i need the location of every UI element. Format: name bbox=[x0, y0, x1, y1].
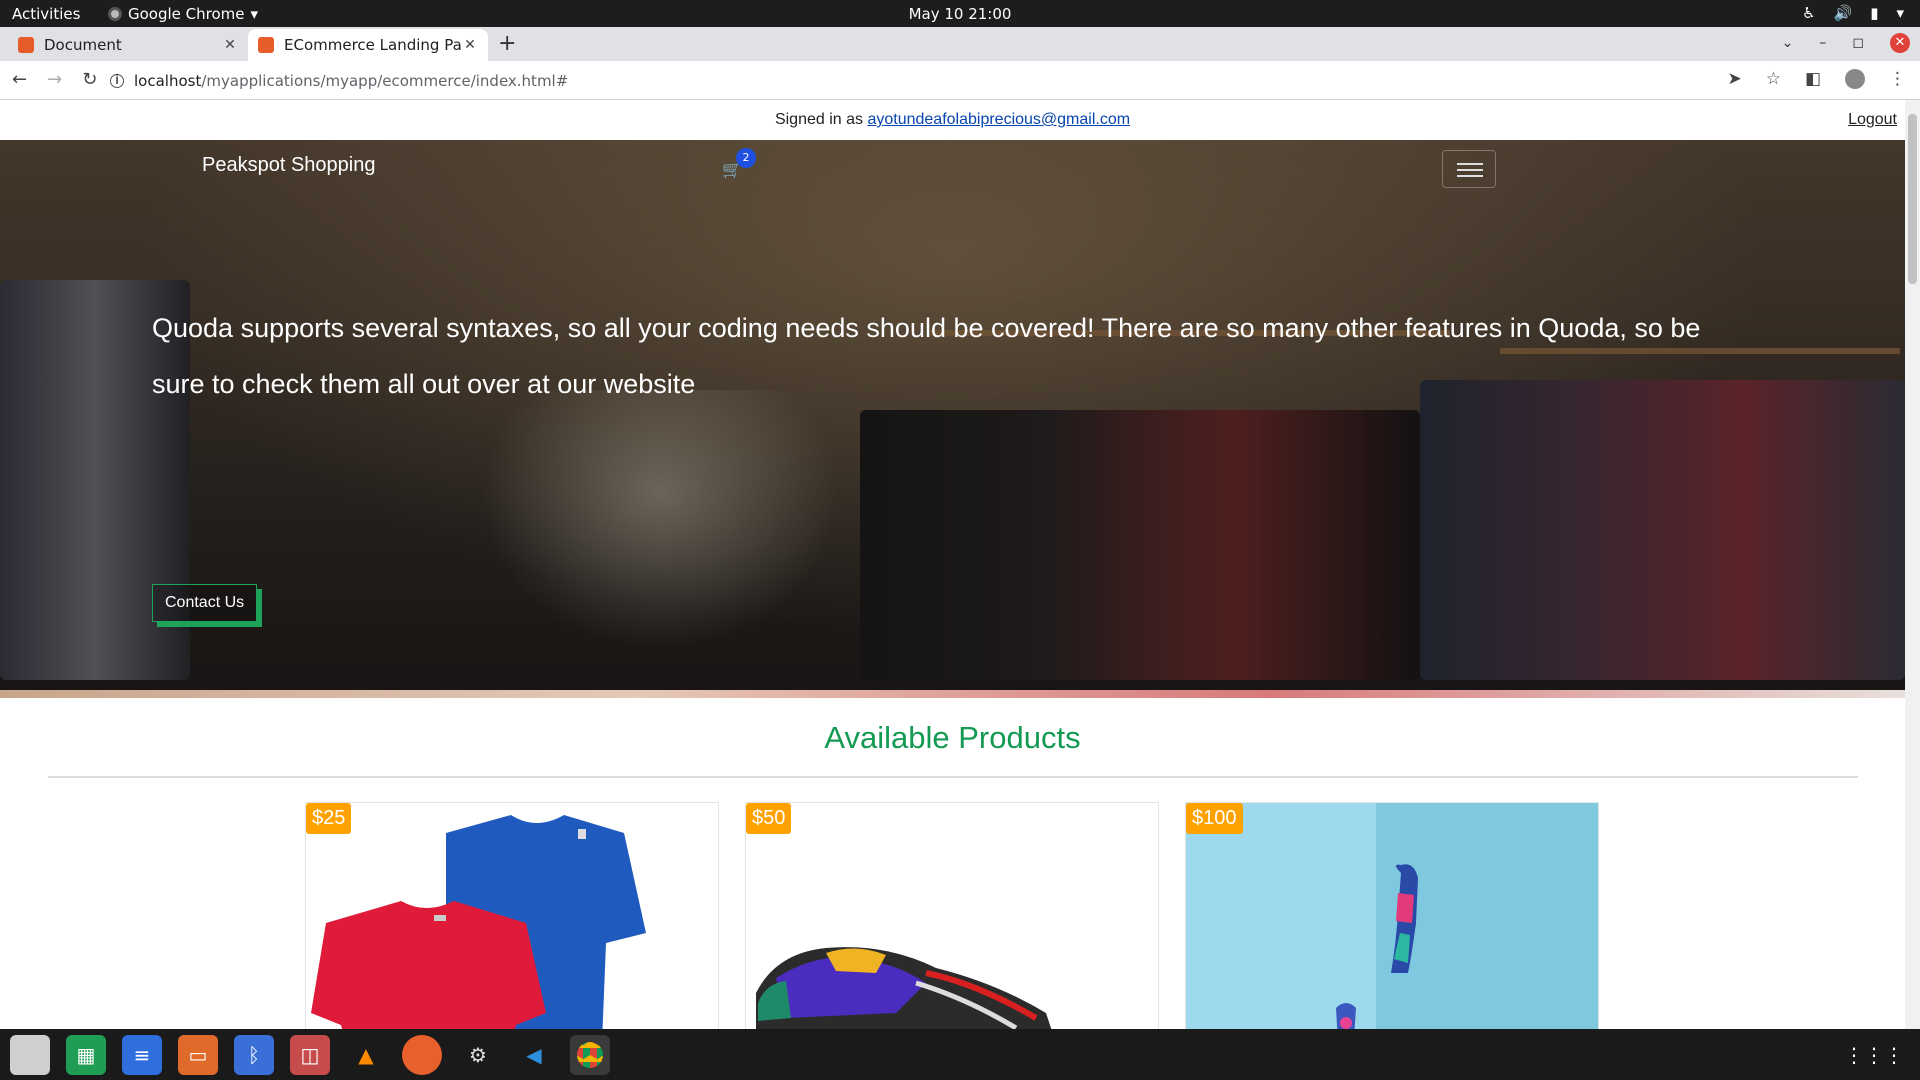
price-badge: $50 bbox=[746, 803, 792, 834]
profile-avatar[interactable] bbox=[1845, 69, 1865, 89]
url-path: /myapplications/myapp/ecommerce/index.ht… bbox=[201, 72, 569, 90]
document-icon[interactable]: ≡ bbox=[122, 1035, 162, 1075]
settings-icon[interactable]: ⚙ bbox=[458, 1035, 498, 1075]
hamburger-icon bbox=[1457, 163, 1483, 165]
forward-icon[interactable]: → bbox=[47, 69, 62, 90]
signin-prefix: Signed in as bbox=[774, 111, 863, 128]
cart-count-badge: 2 bbox=[736, 148, 756, 168]
navbar-toggler-button[interactable] bbox=[1442, 150, 1496, 188]
hero-bottom-strip bbox=[0, 690, 1905, 698]
close-icon[interactable]: ✕ bbox=[222, 37, 238, 53]
reload-icon[interactable]: ↻ bbox=[82, 69, 97, 90]
page-scrollbar[interactable] bbox=[1905, 100, 1920, 1029]
hero-banner: Peakspot Shopping 🛒 2 Quoda supports sev… bbox=[0, 140, 1905, 698]
send-icon[interactable]: ➤ bbox=[1727, 69, 1741, 89]
section-title: Available Products bbox=[824, 720, 1081, 755]
firefox-icon[interactable] bbox=[402, 1035, 442, 1075]
bluetooth-icon[interactable]: ᛒ bbox=[234, 1035, 274, 1075]
price-badge: $25 bbox=[306, 803, 352, 834]
browser-toolbar: ← → ↻ i localhost/myapplications/myapp/e… bbox=[0, 61, 1920, 100]
favicon-icon bbox=[258, 37, 274, 53]
battery-icon[interactable]: ▮ bbox=[1870, 4, 1878, 22]
window-controls: ⌄ – ◻ ✕ bbox=[1782, 33, 1910, 53]
back-icon[interactable]: ← bbox=[12, 69, 27, 90]
close-icon[interactable]: ✕ bbox=[462, 37, 478, 53]
product-image-sneaker bbox=[756, 947, 1052, 1029]
taskbar-dock: ▦ ≡ ▭ ᛒ ◫ ▲ ⚙ ◀ ⋮⋮⋮ bbox=[0, 1029, 1920, 1080]
chevron-down-icon: ▾ bbox=[250, 5, 259, 23]
nav-buttons: ← → ↻ bbox=[12, 69, 97, 90]
hamburger-icon bbox=[1457, 175, 1483, 177]
new-tab-button[interactable]: + bbox=[498, 31, 516, 56]
product-card[interactable]: $50 bbox=[745, 802, 1159, 1029]
tab-ecommerce[interactable]: ECommerce Landing Page ✕ bbox=[248, 29, 488, 61]
browser-tools: ➤ ☆ ◧ ⋮ bbox=[1727, 69, 1906, 89]
price-badge: $100 bbox=[1186, 803, 1243, 834]
divider bbox=[48, 776, 1858, 778]
hamburger-icon bbox=[1457, 169, 1483, 171]
product-card[interactable]: $100 bbox=[1185, 802, 1599, 1029]
more-menu-icon[interactable]: ⋮ bbox=[1889, 69, 1906, 89]
contact-us-button[interactable]: Contact Us bbox=[152, 584, 258, 622]
clock[interactable]: May 10 21:00 bbox=[0, 5, 1920, 23]
tab-title: Document bbox=[44, 36, 122, 54]
hero-headline: Quoda supports several syntaxes, so all … bbox=[152, 313, 1701, 399]
signin-email-link[interactable]: ayotundeafolabiprecious@gmail.com bbox=[867, 111, 1130, 128]
minimize-icon[interactable]: – bbox=[1819, 35, 1826, 51]
product-image-sock bbox=[1186, 803, 1598, 1029]
signin-bar: Signed in as ayotundeafolabiprecious@gma… bbox=[0, 100, 1905, 140]
tab-document[interactable]: Document ✕ bbox=[8, 29, 248, 61]
system-tray[interactable]: ♿ 🔊 ▮ ▾ bbox=[1802, 4, 1904, 22]
app-menu-label: Google Chrome bbox=[128, 5, 245, 23]
chevron-down-icon[interactable]: ▾ bbox=[1896, 4, 1904, 22]
cart-button[interactable]: 🛒 2 bbox=[722, 148, 756, 179]
bookmark-star-icon[interactable]: ☆ bbox=[1766, 69, 1781, 89]
show-apps-icon[interactable]: ⋮⋮⋮ bbox=[1844, 1043, 1904, 1067]
system-top-bar: Activities Google Chrome ▾ May 10 21:00 … bbox=[0, 0, 1920, 27]
close-window-icon[interactable]: ✕ bbox=[1890, 33, 1910, 53]
tab-title: ECommerce Landing Page bbox=[284, 36, 462, 54]
address-bar[interactable]: i localhost/myapplications/myapp/ecommer… bbox=[110, 67, 568, 95]
activities-button[interactable]: Activities bbox=[12, 5, 80, 23]
presentation-icon[interactable]: ▭ bbox=[178, 1035, 218, 1075]
dock-apps: ▦ ≡ ▭ ᛒ ◫ ▲ ⚙ ◀ bbox=[10, 1035, 610, 1075]
logout-link[interactable]: Logout bbox=[1848, 100, 1897, 140]
accessibility-icon[interactable]: ♿ bbox=[1802, 4, 1815, 22]
vscode-icon[interactable]: ◀ bbox=[514, 1035, 554, 1075]
restore-icon[interactable]: ◻ bbox=[1852, 35, 1864, 51]
url-host: localhost bbox=[134, 72, 202, 90]
chrome-icon[interactable] bbox=[570, 1035, 610, 1075]
product-card[interactable]: $25 bbox=[305, 802, 719, 1029]
product-image-tshirts bbox=[311, 815, 646, 1029]
info-icon[interactable]: i bbox=[110, 74, 124, 88]
chrome-icon bbox=[108, 7, 122, 21]
files-icon[interactable] bbox=[10, 1035, 50, 1075]
tab-search-icon[interactable]: ⌄ bbox=[1782, 35, 1794, 51]
brand-logo[interactable]: Peakspot Shopping bbox=[202, 154, 375, 177]
app-menu[interactable]: Google Chrome ▾ bbox=[108, 5, 258, 23]
volume-icon[interactable]: 🔊 bbox=[1834, 4, 1853, 22]
vlc-icon[interactable]: ▲ bbox=[346, 1035, 386, 1075]
spreadsheet-icon[interactable]: ▦ bbox=[66, 1035, 106, 1075]
tab-strip: Document ✕ ECommerce Landing Page ✕ + ⌄ … bbox=[0, 27, 1920, 61]
hero-overlay bbox=[0, 140, 1905, 698]
favicon-icon bbox=[18, 37, 34, 53]
screenshot-icon[interactable]: ◫ bbox=[290, 1035, 330, 1075]
scrollbar-thumb[interactable] bbox=[1908, 114, 1917, 284]
side-panel-icon[interactable]: ◧ bbox=[1805, 69, 1821, 89]
page-viewport: Signed in as ayotundeafolabiprecious@gma… bbox=[0, 100, 1905, 1029]
